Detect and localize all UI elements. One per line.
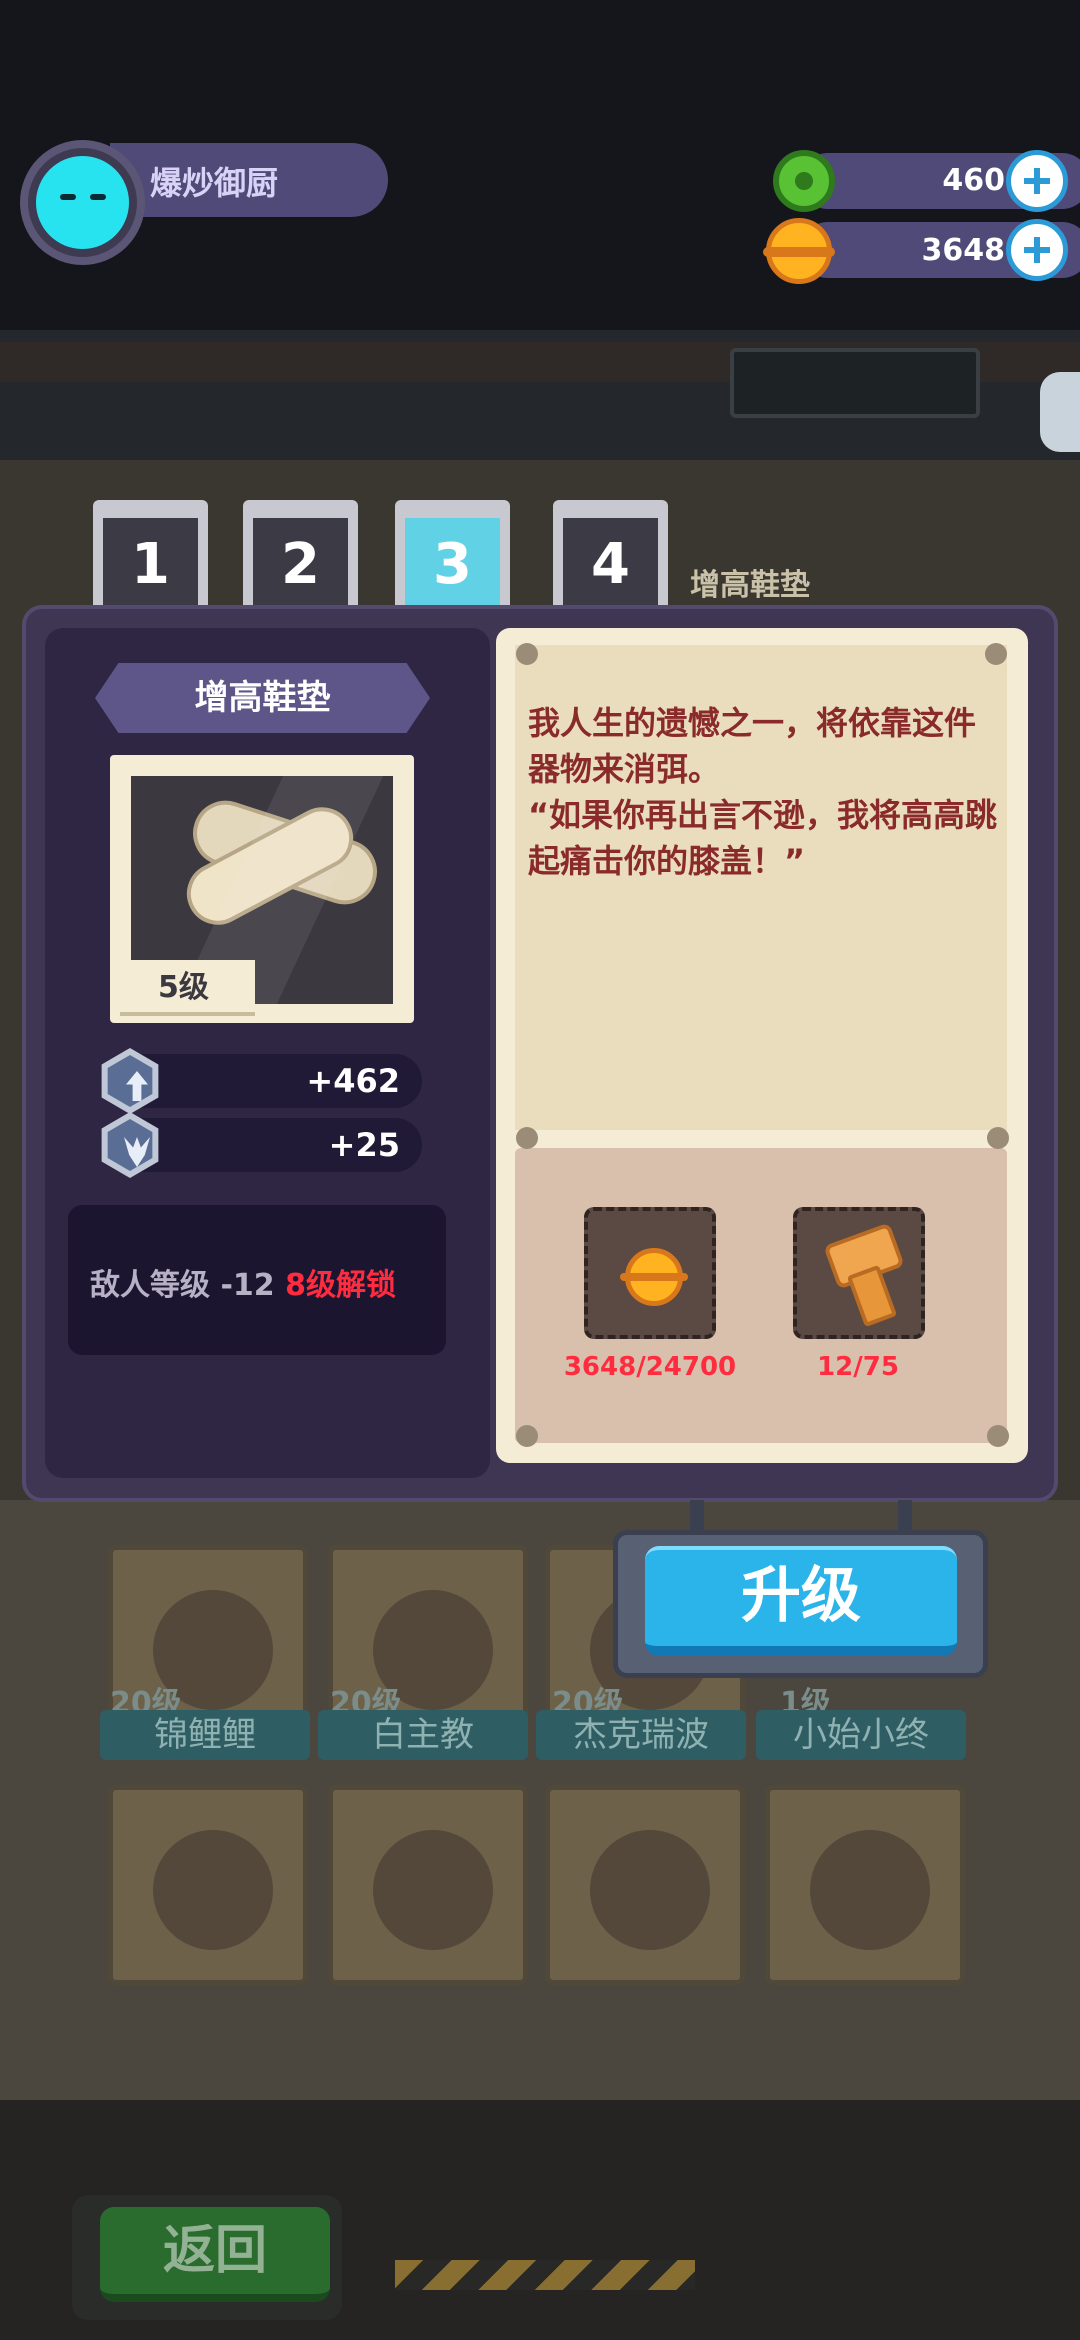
attack-stat-value: +462 <box>306 1062 400 1100</box>
bolt-cost-amount: 12/75 <box>817 1352 899 1382</box>
tab-3[interactable]: 3 <box>395 500 510 612</box>
gem-value: 460 <box>942 163 1005 198</box>
tab-4[interactable]: 4 <box>553 500 668 612</box>
pin-icon <box>516 643 538 665</box>
character-name: 杰克瑞波 <box>536 1710 746 1760</box>
add-gem-button[interactable] <box>1006 150 1068 212</box>
tab-side-label: 增高鞋垫 <box>690 568 810 603</box>
item-level: 5级 <box>158 970 209 1005</box>
side-menu-tab[interactable] <box>1040 372 1080 452</box>
back-button-label: 返回 <box>162 2221 267 2281</box>
add-coin-button[interactable] <box>1006 219 1068 281</box>
pin-icon <box>987 1425 1009 1447</box>
tab-label: 2 <box>253 518 348 612</box>
pin-icon <box>987 1127 1009 1149</box>
tab-2[interactable]: 2 <box>243 500 358 612</box>
coin-value: 3648 <box>921 233 1006 268</box>
pin-icon <box>985 643 1007 665</box>
tab-label: 1 <box>103 518 198 612</box>
unlock-effect: 敌人等级 -12 <box>90 1268 275 1303</box>
item-description: 我人生的遗憾之一，将依靠这件器物来消弭。 “如果你再出言不逊，我将高高跳起痛击你… <box>528 704 998 880</box>
tab-1[interactable]: 1 <box>93 500 208 612</box>
character-name: 白主教 <box>318 1710 528 1760</box>
bolt-shaft <box>846 1264 898 1328</box>
tab-label: 3 <box>405 518 500 612</box>
bolt-cost-slot <box>793 1207 925 1339</box>
character-card <box>328 1785 528 1985</box>
character-name: 锦鲤鲤 <box>100 1710 310 1760</box>
character-name: 小始小终 <box>756 1710 966 1760</box>
character-card <box>108 1785 308 1985</box>
tab-label: 4 <box>563 518 658 612</box>
unlock-info: 敌人等级 -12 8级解锁 <box>90 1260 396 1304</box>
background-shelf <box>0 330 1080 460</box>
gold-coin-icon <box>620 1248 688 1306</box>
character-card <box>545 1785 745 1985</box>
coin-cost-amount: 3648/24700 <box>563 1352 737 1382</box>
hazard-stripe <box>395 2260 695 2290</box>
player-name: 爆炒御厨 <box>150 164 279 202</box>
upgrade-button-label: 升级 <box>741 1561 861 1631</box>
pin-icon <box>516 1127 538 1149</box>
character-card <box>765 1785 965 1985</box>
coin-cost-slot <box>584 1207 716 1339</box>
pin-icon <box>516 1425 538 1447</box>
item-title: 增高鞋垫 <box>194 678 331 718</box>
cat-avatar-icon <box>36 156 129 249</box>
unlock-condition: 8级解锁 <box>285 1268 396 1303</box>
defense-stat-value: +25 <box>328 1126 400 1164</box>
